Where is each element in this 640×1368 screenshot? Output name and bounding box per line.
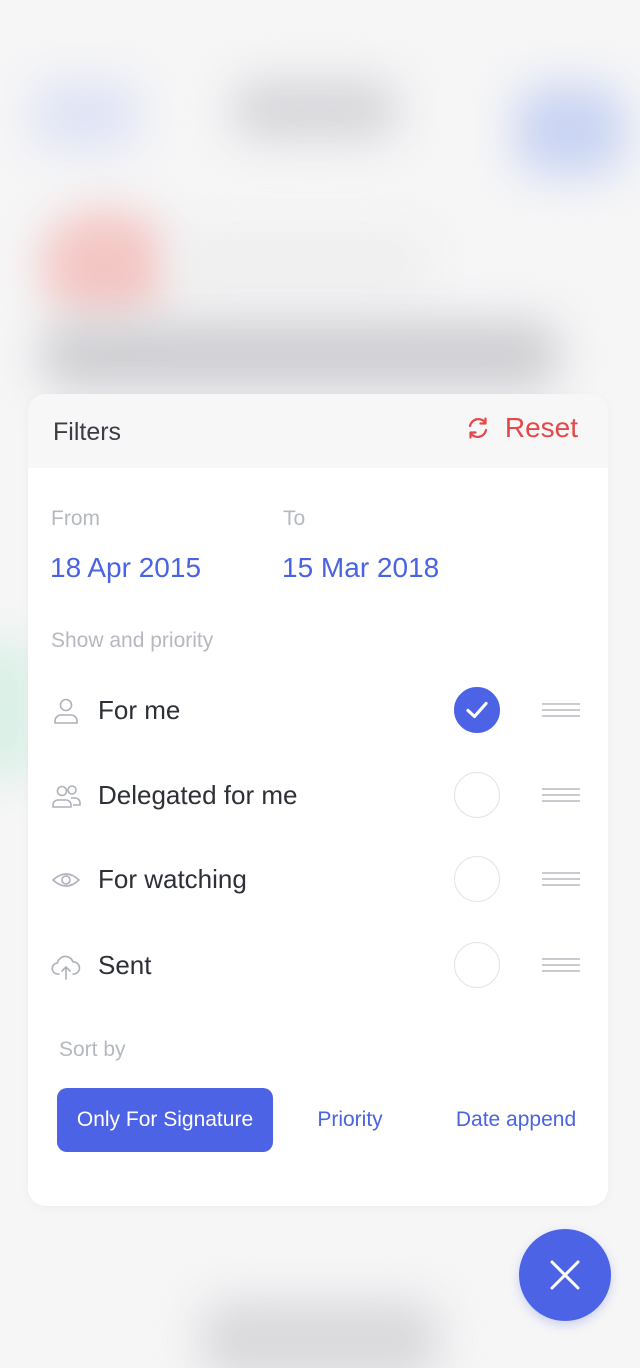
background-right-blur (515, 85, 625, 175)
user-icon (54, 698, 78, 724)
drag-handle-sent[interactable] (542, 958, 580, 972)
background-footer-blur (200, 1300, 440, 1368)
refresh-icon (468, 417, 487, 439)
reset-label: Reset (504, 412, 578, 443)
filters-header: Filters Reset (28, 394, 608, 468)
option-row-for-me[interactable]: For me (50, 683, 586, 739)
option-row-watching[interactable]: For watching (50, 852, 586, 908)
option-row-sent[interactable]: Sent (50, 938, 586, 994)
from-date[interactable]: 18 Apr 2015 (50, 552, 201, 584)
eye-icon (52, 873, 80, 887)
close-button[interactable] (519, 1229, 611, 1321)
drag-handle-delegated[interactable] (542, 788, 580, 802)
cloud-upload-icon (51, 955, 81, 980)
background-edge-blur (0, 640, 30, 780)
option-label-sent: Sent (98, 950, 152, 980)
checkbox-for-me[interactable] (454, 687, 500, 733)
filters-title: Filters (53, 418, 122, 446)
close-icon (550, 1260, 580, 1290)
sort-date-append-button[interactable]: Date append (444, 1088, 588, 1152)
checkbox-sent[interactable] (454, 942, 500, 988)
background-header-blur (230, 80, 400, 140)
to-label: To (283, 507, 306, 530)
drag-handle-for-me[interactable] (542, 703, 580, 717)
sort-by-label: Sort by (59, 1038, 126, 1061)
background-left-blur (30, 80, 140, 150)
checkbox-watching[interactable] (454, 856, 500, 902)
checkbox-delegated[interactable] (454, 772, 500, 818)
option-row-delegated[interactable]: Delegated for me (50, 768, 586, 824)
drag-handle-watching[interactable] (542, 872, 580, 886)
users-icon (52, 785, 81, 808)
background-text-blur (170, 230, 430, 290)
background-row-blur (40, 320, 560, 390)
to-date[interactable]: 15 Mar 2018 (282, 552, 439, 584)
from-label: From (51, 507, 100, 530)
option-label-watching: For watching (98, 864, 247, 894)
sort-only-for-signature-button[interactable]: Only For Signature (57, 1088, 273, 1152)
option-label-for-me: For me (98, 695, 181, 725)
sort-priority-button[interactable]: Priority (300, 1088, 400, 1152)
show-priority-label: Show and priority (51, 629, 214, 652)
background-avatar-blur (40, 210, 170, 320)
checkmark-icon (466, 701, 488, 719)
option-label-delegated: Delegated for me (98, 780, 298, 810)
filters-sheet: Filters Reset From 18 Apr 2015 To 15 Mar… (28, 394, 608, 1206)
reset-button[interactable]: Reset (465, 412, 578, 444)
